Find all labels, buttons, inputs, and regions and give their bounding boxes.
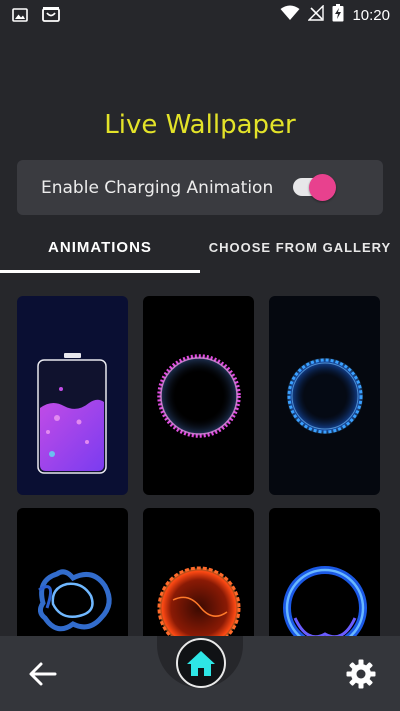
tab-choose-from-gallery[interactable]: CHOOSE FROM GALLERY: [200, 230, 400, 270]
toggle-knob: [309, 174, 336, 201]
animation-card-pink-ring[interactable]: [143, 296, 254, 495]
home-button[interactable]: [176, 638, 226, 688]
blue-glow-ring-thumbnail: [283, 566, 367, 636]
animation-card-blue-glow[interactable]: [269, 508, 380, 636]
status-bar: 10:20: [0, 0, 400, 28]
charging-animation-label: Enable Charging Animation: [41, 178, 274, 198]
red-fire-orb-thumbnail: [157, 566, 241, 636]
tab-indicator: [0, 270, 200, 273]
animation-card-blue-smoke[interactable]: [17, 508, 128, 636]
tab-bar: ANIMATIONS CHOOSE FROM GALLERY: [0, 230, 400, 274]
battery-liquid-thumbnail: [37, 353, 107, 474]
blue-smoke-ring-thumbnail: [37, 569, 112, 632]
status-time: 10:20: [352, 6, 390, 24]
animation-card-blue-ring[interactable]: [269, 296, 380, 495]
animation-grid: [0, 296, 400, 636]
pink-particle-ring-thumbnail: [157, 354, 241, 438]
image-icon: [12, 7, 28, 26]
back-arrow-icon: [29, 662, 57, 686]
charging-animation-setting: Enable Charging Animation: [17, 160, 383, 215]
page-title: Live Wallpaper: [104, 110, 296, 140]
animation-card-battery-liquid[interactable]: [17, 296, 128, 495]
back-button[interactable]: [28, 660, 58, 688]
gear-icon: [346, 659, 376, 689]
wifi-icon: [280, 5, 300, 25]
battery-charging-icon: [332, 4, 344, 26]
tab-animations[interactable]: ANIMATIONS: [0, 230, 200, 270]
shopping-bag-icon: [42, 6, 60, 26]
no-signal-icon: [307, 4, 325, 25]
settings-button[interactable]: [345, 658, 377, 690]
animation-card-fire-orb[interactable]: [143, 508, 254, 636]
blue-particle-ring-thumbnail: [287, 358, 363, 434]
home-icon: [187, 651, 215, 676]
